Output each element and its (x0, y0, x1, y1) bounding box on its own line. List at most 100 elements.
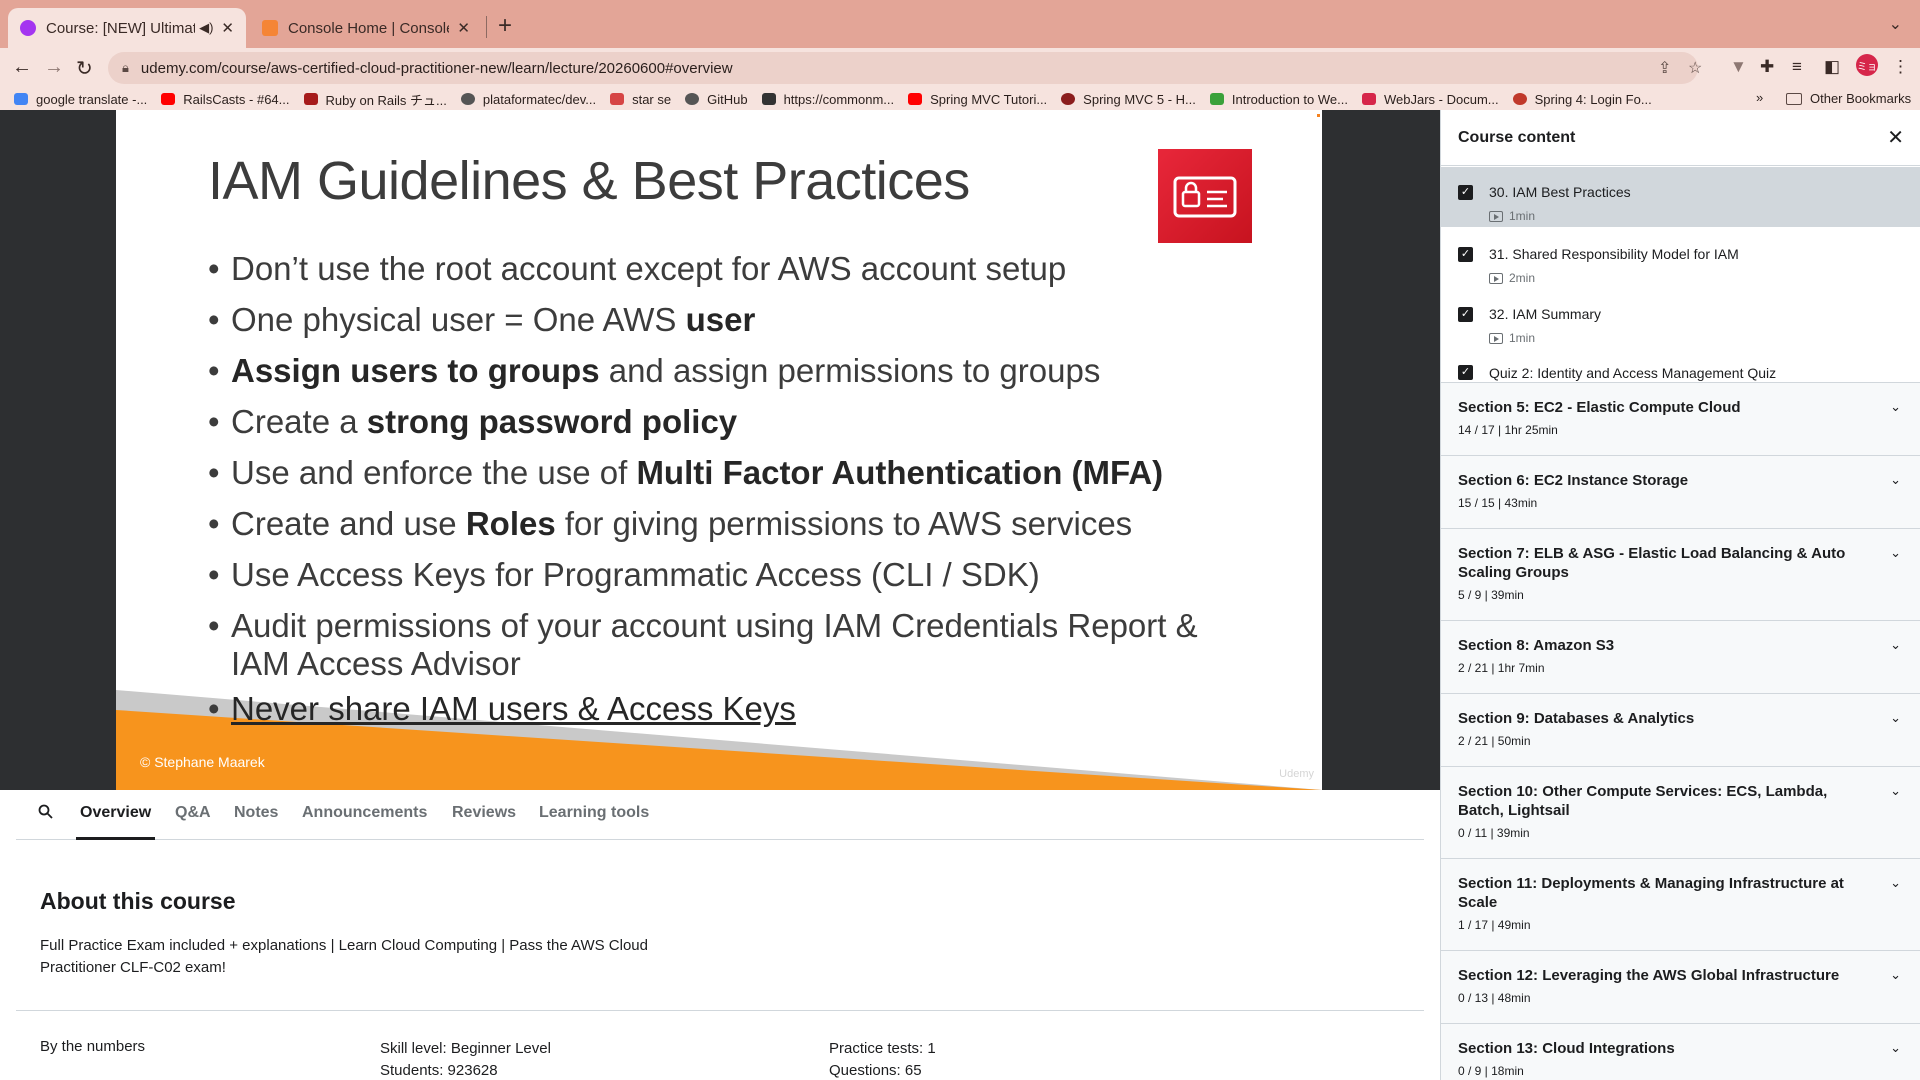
section-header[interactable]: Section 5: EC2 - Elastic Compute Cloud 1… (1441, 382, 1920, 455)
reload-icon[interactable]: ↻ (76, 56, 93, 81)
share-icon[interactable]: ⇪ (1658, 58, 1671, 78)
address-bar[interactable]: 🔒︎ udemy.com/course/aws-certified-cloud-… (108, 52, 1698, 84)
section-header[interactable]: Section 12: Leveraging the AWS Global In… (1441, 950, 1920, 1023)
video-icon (1489, 332, 1503, 344)
lecture-title: 31. Shared Responsibility Model for IAM (1489, 246, 1739, 262)
completed-checkbox[interactable]: ✓ (1458, 247, 1473, 262)
tab-qa[interactable]: Q&A (175, 804, 211, 822)
close-tab-icon[interactable]: ✕ (457, 19, 470, 37)
bookmark-item[interactable]: https://commonm... (761, 92, 894, 107)
skill-level: Skill level: Beginner Level (380, 1040, 551, 1057)
browser-tab-udemy[interactable]: Course: [NEW] Ultimate AW ◀) ✕ (8, 8, 246, 48)
section-header[interactable]: Section 8: Amazon S3 2 / 21 | 1hr 7min ⌄ (1441, 620, 1920, 693)
chevron-down-icon[interactable]: ⌄ (1890, 710, 1901, 726)
bookmark-star-icon[interactable]: ☆ (1688, 58, 1702, 78)
chevron-down-icon[interactable]: ⌄ (1890, 875, 1901, 891)
lecture-item[interactable]: ✓ 30. IAM Best Practices 1min (1441, 167, 1920, 227)
bookmark-item[interactable]: plataformatec/dev... (460, 92, 596, 107)
lecture-duration: 2min (1489, 271, 1535, 285)
course-tab-bar: Overview Q&A Notes Announcements Reviews… (16, 790, 1424, 840)
tab-separator (486, 16, 487, 38)
lecture-item[interactable]: ✓ 32. IAM Summary 1min (1441, 287, 1920, 347)
tab-title: Course: [NEW] Ultimate AW (46, 19, 196, 37)
slide-bullet: Create and use Roles for giving permissi… (208, 505, 1248, 543)
bookmarks-overflow-button[interactable]: » (1756, 90, 1763, 105)
slide-bullet: Use and enforce the use of Multi Factor … (208, 454, 1248, 492)
bookmark-item[interactable]: google translate -... (14, 92, 147, 107)
section-header[interactable]: Section 9: Databases & Analytics 2 / 21 … (1441, 693, 1920, 766)
other-bookmarks-folder[interactable]: Other Bookmarks (1786, 91, 1911, 106)
bookmark-item[interactable]: RailsCasts - #64... (161, 92, 290, 107)
divider (16, 1010, 1424, 1011)
section-progress: 2 / 21 | 1hr 7min (1458, 661, 1545, 675)
chevron-down-icon[interactable]: ⌄ (1890, 967, 1901, 983)
lecture-duration: 1min (1489, 209, 1535, 223)
completed-checkbox[interactable]: ✓ (1458, 365, 1473, 380)
site-icon (1512, 93, 1527, 105)
bookmark-item[interactable]: Spring 4: Login Fo... (1512, 92, 1652, 107)
slide-bullet: One physical user = One AWS user (208, 301, 1248, 339)
tab-notes[interactable]: Notes (234, 804, 278, 822)
section-title: Section 12: Leveraging the AWS Global In… (1458, 967, 1840, 984)
audio-playing-icon[interactable]: ◀) (199, 20, 213, 36)
section-header[interactable]: Section 13: Cloud Integrations 0 / 9 | 1… (1441, 1023, 1920, 1080)
side-panel-icon[interactable]: ◧ (1824, 57, 1840, 77)
media-queue-icon[interactable]: ≡ (1792, 57, 1802, 77)
aws-favicon-icon (262, 20, 278, 36)
search-icon[interactable] (38, 804, 53, 824)
by-the-numbers-label: By the numbers (40, 1038, 146, 1055)
tab-reviews[interactable]: Reviews (452, 804, 516, 822)
completed-checkbox[interactable]: ✓ (1458, 185, 1473, 200)
bookmark-item[interactable]: WebJars - Docum... (1361, 92, 1499, 107)
chevron-down-icon[interactable]: ⌄ (1890, 472, 1901, 488)
tab-search-chevron-icon[interactable]: ⌄ (1889, 14, 1902, 34)
tab-title: Console Home | Console Home (288, 19, 450, 37)
bookmark-item[interactable]: GitHub (685, 92, 748, 107)
youtube-icon (161, 93, 176, 105)
section-header[interactable]: Section 7: ELB & ASG - Elastic Load Bala… (1441, 528, 1920, 620)
slide-title: IAM Guidelines & Best Practices (208, 151, 970, 211)
chevron-down-icon[interactable]: ⌄ (1890, 1040, 1901, 1056)
iam-id-card-icon (1158, 149, 1252, 243)
lecture-item[interactable]: ✓ 31. Shared Responsibility Model for IA… (1441, 227, 1920, 287)
chevron-down-icon[interactable]: ⌄ (1890, 545, 1901, 561)
browser-menu-icon[interactable]: ⋮ (1892, 57, 1909, 77)
browser-tab-aws-console[interactable]: Console Home | Console Home ✕ (250, 8, 482, 48)
bookmark-item[interactable]: Ruby on Rails チュ... (303, 90, 447, 109)
completed-checkbox[interactable]: ✓ (1458, 307, 1473, 322)
site-icon (1209, 93, 1224, 105)
course-content-sidebar: Course content ✕ ✓ 30. IAM Best Practice… (1440, 110, 1920, 1080)
profile-avatar[interactable]: ミョ (1856, 54, 1878, 76)
forward-arrow-icon[interactable]: → (44, 56, 64, 79)
video-player[interactable]: IAM Guidelines & Best Practices Don’t us… (0, 110, 1440, 790)
chevron-down-icon[interactable]: ⌄ (1890, 783, 1901, 799)
slide-bullet: Never share IAM users & Access Keys (208, 690, 1248, 728)
section-header[interactable]: Section 6: EC2 Instance Storage 15 / 15 … (1441, 455, 1920, 528)
tab-learning-tools[interactable]: Learning tools (539, 804, 649, 822)
bookmark-item[interactable]: Spring MVC 5 - H... (1061, 92, 1196, 107)
extensions-puzzle-icon[interactable]: ✚ (1760, 57, 1774, 77)
back-arrow-icon[interactable]: ← (12, 56, 32, 79)
section-progress: 0 / 9 | 18min (1458, 1064, 1524, 1078)
close-tab-icon[interactable]: ✕ (221, 19, 234, 37)
lock-icon[interactable]: 🔒︎ (122, 60, 129, 76)
browser-tab-bar: Course: [NEW] Ultimate AW ◀) ✕ Console H… (0, 0, 1920, 48)
sidebar-title: Course content (1458, 129, 1576, 146)
slide-bullet: Use Access Keys for Programmatic Access … (208, 556, 1248, 594)
new-tab-icon[interactable]: + (498, 12, 512, 40)
tab-announcements[interactable]: Announcements (302, 804, 427, 822)
vpn-extension-icon[interactable]: ▼ (1730, 57, 1747, 77)
section-header[interactable]: Section 10: Other Compute Services: ECS,… (1441, 766, 1920, 858)
lecture-slide: IAM Guidelines & Best Practices Don’t us… (116, 110, 1322, 790)
close-icon[interactable]: ✕ (1887, 125, 1904, 150)
chevron-down-icon[interactable]: ⌄ (1890, 637, 1901, 653)
bookmark-item[interactable]: star se (610, 92, 671, 107)
section-progress: 0 / 11 | 39min (1458, 826, 1530, 840)
bookmark-item[interactable]: Spring MVC Tutori... (908, 92, 1047, 107)
tab-overview[interactable]: Overview (80, 804, 151, 822)
chevron-down-icon[interactable]: ⌄ (1890, 399, 1901, 415)
slide-bullet-list-last: Never share IAM users & Access Keys (208, 690, 1248, 741)
bookmark-item[interactable]: Introduction to We... (1209, 92, 1348, 107)
section-header[interactable]: Section 11: Deployments & Managing Infra… (1441, 858, 1920, 950)
active-tab-indicator (76, 837, 155, 840)
